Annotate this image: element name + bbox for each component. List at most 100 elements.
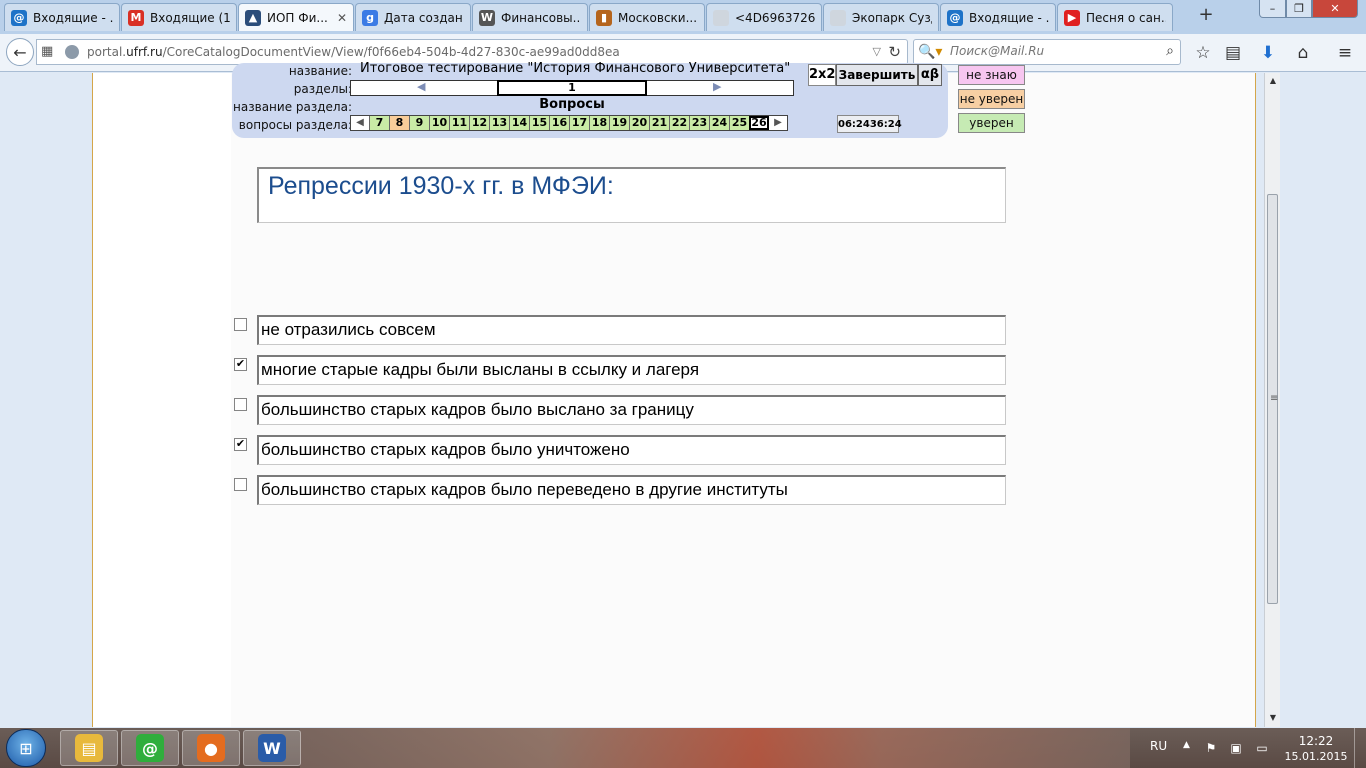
alphabet-button[interactable]: αβ xyxy=(918,64,942,86)
browser-tab[interactable]: Экопарк Суздал... xyxy=(823,3,939,31)
question-navigator: ◀ 7 8 9 10 11 12 13 14 15 16 17 18 19 20 21 22 23 24 25 26 … xyxy=(350,115,788,131)
question-next-arrow-icon[interactable]: ▶ xyxy=(769,116,787,130)
taskbar-app-button[interactable]: ● xyxy=(182,730,240,766)
question-number-cell[interactable]: 25 xyxy=(729,116,749,130)
answer-checkbox[interactable] xyxy=(234,478,247,491)
site-identity-icon[interactable] xyxy=(65,45,79,59)
browser-tab[interactable]: ▶ Песня о сан... xyxy=(1057,3,1173,31)
books-icon: ▮ xyxy=(596,9,612,26)
new-tab-button[interactable]: + xyxy=(1196,5,1216,25)
browser-tab[interactable]: ▲ ИОП Фи... ✕ xyxy=(238,3,354,31)
question-number-cell[interactable]: 13 xyxy=(489,116,509,130)
confidence-sure-button[interactable]: уверен xyxy=(958,113,1025,133)
browser-tab[interactable]: @ Входящие - ... xyxy=(940,3,1056,31)
question-number-cell[interactable]: 10 xyxy=(429,116,449,130)
clock-time[interactable]: 12:22 xyxy=(1296,734,1336,748)
search-input[interactable] xyxy=(950,44,1150,58)
answer-option[interactable]: не отразились совсем xyxy=(234,315,1006,345)
vertical-scrollbar[interactable]: ▲ ≡ ▼ xyxy=(1264,73,1280,727)
browser-tab[interactable]: <4D6963726F736... xyxy=(706,3,822,31)
answer-box[interactable]: большинство старых кадров было переведен… xyxy=(257,475,1006,505)
question-number-cell[interactable]: 12 xyxy=(469,116,489,130)
browser-tab[interactable]: M Входящие (1... xyxy=(121,3,237,31)
answer-box[interactable]: многие старые кадры были высланы в ссылк… xyxy=(257,355,1006,385)
url-dropdown-icon[interactable]: ▽ xyxy=(873,45,881,58)
answer-checkbox[interactable]: ✔ xyxy=(234,358,247,371)
question-number-cell[interactable]: 11 xyxy=(449,116,469,130)
question-number-cell[interactable]: 21 xyxy=(649,116,669,130)
scroll-down-arrow-icon[interactable]: ▼ xyxy=(1265,710,1281,726)
reload-icon[interactable]: ↻ xyxy=(888,43,901,61)
search-bar[interactable]: 🔍▾ ⌕ xyxy=(913,39,1181,65)
section-next-arrow-icon[interactable]: ▶ xyxy=(713,80,721,93)
confidence-dont-know-button[interactable]: не знаю xyxy=(958,65,1025,85)
show-desktop-button[interactable] xyxy=(1354,728,1366,768)
minimize-button[interactable]: – xyxy=(1259,0,1286,18)
network-status-icon[interactable]: ⚑ xyxy=(1203,740,1219,756)
tray-expand-icon[interactable]: ▲ xyxy=(1183,740,1190,750)
section-prev-arrow-icon[interactable]: ◀ xyxy=(417,80,425,93)
downloads-icon[interactable]: ⬇ xyxy=(1257,42,1279,64)
search-engine-icon[interactable]: 🔍▾ xyxy=(918,44,942,60)
question-number-cell[interactable]: 20 xyxy=(629,116,649,130)
taskbar-app-button[interactable]: ▤ xyxy=(60,730,118,766)
answer-box[interactable]: не отразились совсем xyxy=(257,315,1006,345)
question-number-cell[interactable]: 18 xyxy=(589,116,609,130)
test-title: Итоговое тестирование "История Финансово… xyxy=(360,61,791,76)
search-icon[interactable]: ⌕ xyxy=(1166,43,1174,59)
answer-option[interactable]: ✔ многие старые кадры были высланы в ссыл… xyxy=(234,355,1006,385)
question-number-cell[interactable]: 8 xyxy=(389,116,409,130)
close-window-button[interactable]: ✕ xyxy=(1312,0,1358,18)
sections-label: разделы: xyxy=(293,82,352,96)
question-number-cell[interactable]: 7 xyxy=(369,116,389,130)
answer-checkbox[interactable]: ✔ xyxy=(234,438,247,451)
action-center-icon[interactable]: ▣ xyxy=(1228,740,1244,756)
clock-date[interactable]: 15.01.2015 xyxy=(1282,750,1350,763)
tab-close-icon[interactable]: ✕ xyxy=(337,11,347,25)
answer-option[interactable]: большинство старых кадров было переведен… xyxy=(234,475,1006,505)
answer-option[interactable]: большинство старых кадров было выслано з… xyxy=(234,395,1006,425)
start-button[interactable]: ⊞ xyxy=(6,729,46,767)
answer-checkbox[interactable] xyxy=(234,398,247,411)
menu-icon[interactable]: ≡ xyxy=(1334,42,1356,64)
url-text[interactable]: portal.ufrf.ru/CoreCatalogDocumentView/V… xyxy=(87,45,620,59)
bookmarks-list-icon[interactable]: ▤ xyxy=(1222,42,1244,64)
apps-grid-icon[interactable]: ▦ xyxy=(41,45,55,59)
answer-box[interactable]: большинство старых кадров было уничтожен… xyxy=(257,435,1006,465)
layout-2x2-button[interactable]: 2x2 xyxy=(808,64,836,86)
confidence-unsure-button[interactable]: не уверен xyxy=(958,89,1025,109)
answer-box[interactable]: большинство старых кадров было выслано з… xyxy=(257,395,1006,425)
home-icon[interactable]: ⌂ xyxy=(1292,42,1314,64)
question-number-cell[interactable]: 22 xyxy=(669,116,689,130)
question-number-cell[interactable]: 17 xyxy=(569,116,589,130)
taskbar-app-button[interactable]: @ xyxy=(121,730,179,766)
question-number-cell[interactable]: 15 xyxy=(529,116,549,130)
answer-checkbox[interactable] xyxy=(234,318,247,331)
taskbar-wallpaper xyxy=(300,728,1130,768)
question-prev-arrow-icon[interactable]: ◀ xyxy=(351,116,369,130)
answer-text: большинство старых кадров было переведен… xyxy=(261,480,788,499)
question-number-cell[interactable]: 26 xyxy=(749,116,769,130)
question-number-cell[interactable]: 19 xyxy=(609,116,629,130)
finish-button[interactable]: Завершить xyxy=(836,64,918,86)
question-number-cell[interactable]: 16 xyxy=(549,116,569,130)
browser-tab[interactable]: ▮ Московски... xyxy=(589,3,705,31)
section-name-label: название раздела: xyxy=(233,100,352,114)
answer-option[interactable]: ✔ большинство старых кадров было уничтоже… xyxy=(234,435,1006,465)
scroll-thumb[interactable]: ≡ xyxy=(1267,194,1278,604)
browser-tab[interactable]: @ Входящие - ... xyxy=(4,3,120,31)
current-section[interactable]: 1 xyxy=(497,80,647,96)
question-number-cell[interactable]: 14 xyxy=(509,116,529,130)
scroll-up-arrow-icon[interactable]: ▲ xyxy=(1265,73,1281,89)
question-number-cell[interactable]: 23 xyxy=(689,116,709,130)
bookmark-star-icon[interactable]: ☆ xyxy=(1192,42,1214,64)
browser-tab[interactable]: W Финансовы... xyxy=(472,3,588,31)
language-indicator[interactable]: RU xyxy=(1150,739,1167,753)
question-number-cell[interactable]: 24 xyxy=(709,116,729,130)
taskbar-app-button[interactable]: W xyxy=(243,730,301,766)
back-button[interactable]: ← xyxy=(6,38,34,66)
maximize-button[interactable]: ❐ xyxy=(1286,0,1312,18)
battery-icon[interactable]: ▭ xyxy=(1254,740,1270,756)
question-number-cell[interactable]: 9 xyxy=(409,116,429,130)
browser-tab[interactable]: g Дата создан... xyxy=(355,3,471,31)
